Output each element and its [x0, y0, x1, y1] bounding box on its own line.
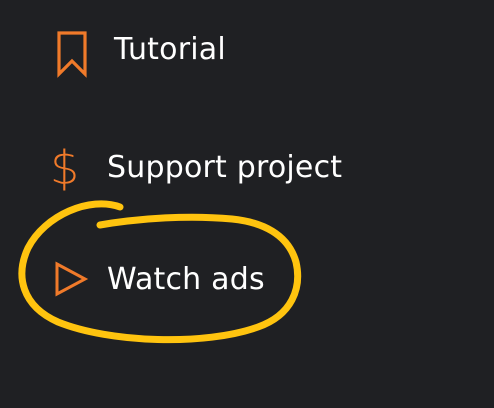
menu-item-label: Watch ads: [107, 262, 265, 297]
dollar-icon: $: [50, 141, 80, 195]
menu-item-tutorial[interactable]: Tutorial: [0, 12, 440, 92]
menu-item-support-project[interactable]: $ Support project: [0, 128, 440, 208]
menu-item-label: Support project: [107, 150, 343, 185]
menu-item-watch-ads[interactable]: Watch ads: [0, 240, 440, 320]
play-icon: [53, 260, 89, 302]
bookmark-icon: [55, 30, 89, 82]
menu-item-label: Tutorial: [114, 32, 226, 67]
menu-panel: Tutorial $ Support project Watch ads: [0, 0, 494, 408]
